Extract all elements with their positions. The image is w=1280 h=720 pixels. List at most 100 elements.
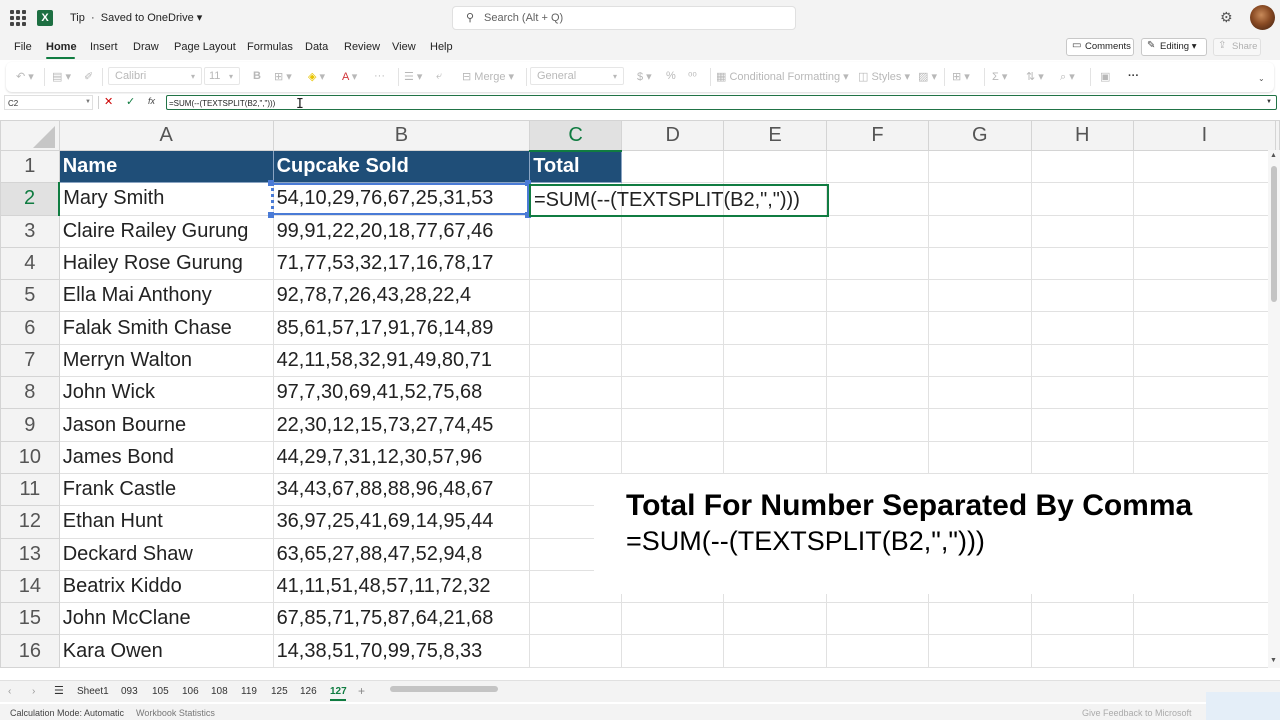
feedback-link[interactable]: Give Feedback to Microsoft [1082, 708, 1192, 718]
format-table-icon[interactable]: ▨ ▾ [918, 70, 937, 83]
sheet-tab-127[interactable]: 127 [330, 686, 347, 697]
menu-item-draw[interactable]: Draw [133, 41, 159, 53]
font-color-icon[interactable]: A ▾ [342, 70, 357, 83]
cell-b14[interactable]: 41,11,51,48,57,11,72,32 [272, 569, 531, 604]
cell-e6[interactable] [723, 311, 827, 345]
row-header[interactable]: 7 [0, 343, 60, 378]
cell-h5[interactable] [1030, 279, 1134, 313]
cell-c16[interactable] [529, 634, 622, 668]
cell-a8[interactable]: John Wick [58, 376, 274, 410]
menu-item-review[interactable]: Review [344, 41, 380, 53]
column-header-a[interactable]: A [58, 120, 274, 151]
addins-icon[interactable]: ▣ [1100, 70, 1110, 83]
row-header[interactable]: 14 [0, 569, 60, 604]
cell-i1[interactable] [1132, 149, 1277, 184]
cell-e5[interactable] [723, 279, 827, 313]
cell-d5[interactable] [620, 279, 725, 313]
cell-f5[interactable] [825, 279, 930, 313]
currency-button[interactable]: $ ▾ [637, 70, 652, 83]
cell-c8[interactable] [529, 376, 622, 410]
menu-item-view[interactable]: View [392, 41, 416, 53]
cell-h1[interactable] [1030, 149, 1134, 184]
cell-a9[interactable]: Jason Bourne [58, 408, 274, 442]
row-header[interactable]: 3 [0, 214, 60, 248]
cell-g15[interactable] [928, 602, 1032, 636]
cell-c7[interactable] [529, 343, 622, 378]
cell-i7[interactable] [1132, 343, 1277, 378]
cell-g7[interactable] [928, 343, 1032, 378]
cell-a11[interactable]: Frank Castle [58, 472, 274, 507]
scroll-tabs-right-icon[interactable]: › [32, 686, 35, 697]
cell-c3[interactable] [529, 214, 622, 248]
column-header-c[interactable]: C [529, 120, 622, 152]
sheet-tab-108[interactable]: 108 [211, 686, 228, 697]
column-header-g[interactable]: G [928, 120, 1032, 151]
format-painter-icon[interactable]: ✐ [84, 70, 93, 83]
cell-b10[interactable]: 44,29,7,31,12,30,57,96 [272, 440, 531, 474]
cell-c1[interactable]: Total [529, 149, 622, 184]
cell-i3[interactable] [1132, 214, 1277, 248]
cell-a1[interactable]: Name [58, 149, 274, 184]
cell-b9[interactable]: 22,30,12,15,73,27,74,45 [272, 408, 531, 442]
cell-h6[interactable] [1030, 311, 1134, 345]
menu-item-data[interactable]: Data [305, 41, 328, 53]
column-header-b[interactable]: B [272, 120, 531, 151]
cell-d1[interactable] [620, 149, 725, 184]
row-header[interactable]: 15 [0, 602, 60, 636]
sheet-tab-105[interactable]: 105 [152, 686, 169, 697]
menu-item-help[interactable]: Help [430, 41, 453, 53]
cell-b7[interactable]: 42,11,58,32,91,49,80,71 [272, 343, 531, 378]
cell-d10[interactable] [620, 440, 725, 474]
menu-item-home[interactable]: Home [46, 41, 77, 53]
row-header[interactable]: 1 [0, 149, 60, 184]
cell-i4[interactable] [1132, 246, 1277, 281]
wrap-text-icon[interactable]: ⤶ [436, 70, 442, 83]
fill-color-icon[interactable]: ◈ ▾ [308, 70, 325, 83]
cell-f8[interactable] [825, 376, 930, 410]
cancel-icon[interactable]: ✕ [104, 95, 113, 108]
all-sheets-icon[interactable]: ☰ [54, 684, 64, 697]
cell-c6[interactable] [529, 311, 622, 345]
cell-d7[interactable] [620, 343, 725, 378]
cell-f2[interactable] [825, 182, 930, 216]
cell-a3[interactable]: Claire Railey Gurung [58, 214, 274, 248]
paste-icon[interactable]: ▤ ▾ [52, 70, 71, 83]
cell-g2[interactable] [928, 182, 1032, 216]
cell-b6[interactable]: 85,61,57,17,91,76,14,89 [272, 311, 531, 345]
cell-c4[interactable] [529, 246, 622, 281]
cell-e15[interactable] [723, 602, 827, 636]
scroll-down-icon[interactable]: ▼ [1270, 657, 1277, 664]
cell-b15[interactable]: 67,85,71,75,87,64,21,68 [272, 602, 531, 636]
sheet-tab-093[interactable]: 093 [121, 686, 138, 697]
sheet-tab-125[interactable]: 125 [271, 686, 288, 697]
cell-g6[interactable] [928, 311, 1032, 345]
row-header[interactable]: 8 [0, 376, 60, 410]
cell-h3[interactable] [1030, 214, 1134, 248]
cell-h4[interactable] [1030, 246, 1134, 281]
cell-b5[interactable]: 92,78,7,26,43,28,22,4 [272, 279, 531, 313]
cell-c5[interactable] [529, 279, 622, 313]
row-header[interactable]: 6 [0, 311, 60, 345]
cell-e1[interactable] [723, 149, 827, 184]
cell-f4[interactable] [825, 246, 930, 281]
cell-d16[interactable] [620, 634, 725, 668]
column-header-i[interactable]: I [1132, 120, 1277, 151]
align-icon[interactable]: ☰ ▾ [404, 70, 422, 83]
menu-item-page-layout[interactable]: Page Layout [174, 41, 236, 53]
row-header[interactable]: 2 [0, 182, 61, 216]
row-header[interactable]: 9 [0, 408, 60, 442]
merge-button[interactable]: ⊟ Merge ▾ [462, 70, 514, 83]
insert-function-icon[interactable]: fx [148, 96, 155, 106]
cell-h9[interactable] [1030, 408, 1134, 442]
app-launcher-icon[interactable] [10, 10, 26, 26]
cell-h15[interactable] [1030, 602, 1134, 636]
horizontal-scrollbar-thumb[interactable] [390, 686, 498, 692]
collapse-ribbon-icon[interactable]: ⌄ [1258, 74, 1265, 83]
cell-a4[interactable]: Hailey Rose Gurung [58, 246, 274, 281]
cell-b1[interactable]: Cupcake Sold [272, 149, 531, 184]
cell-a2[interactable]: Mary Smith [58, 182, 274, 216]
chevron-down-icon[interactable]: ▼ [85, 99, 91, 105]
more-icon[interactable]: ··· [374, 70, 385, 82]
cell-d8[interactable] [620, 376, 725, 410]
cell-a7[interactable]: Merryn Walton [58, 343, 274, 378]
